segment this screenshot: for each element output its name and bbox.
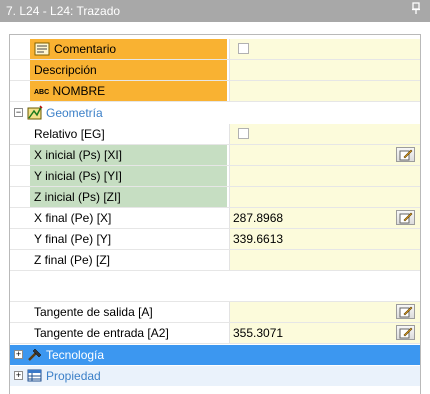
comment-icon bbox=[34, 42, 50, 62]
property-value[interactable] bbox=[229, 124, 420, 144]
category-label: Propiedad bbox=[46, 369, 101, 383]
property-row-z-final[interactable]: Z final (Pe) [Z] bbox=[10, 250, 420, 271]
category-geometria[interactable]: − Geometría bbox=[10, 103, 420, 123]
property-name: X final (Pe) [X] bbox=[34, 211, 112, 225]
property-name: Tangente de entrada [A2] bbox=[34, 326, 169, 340]
y-final-field[interactable]: 339.6613 bbox=[229, 229, 420, 249]
pencil-icon bbox=[399, 327, 413, 339]
property-value[interactable] bbox=[229, 39, 420, 59]
geometry-icon bbox=[27, 105, 43, 123]
property-name: Z inicial (Ps) [ZI] bbox=[30, 187, 227, 207]
window-title: 7. L24 - L24: Trazado bbox=[6, 4, 121, 18]
property-name: Comentario bbox=[30, 39, 227, 59]
relativo-checkbox[interactable] bbox=[238, 128, 249, 139]
x-final-field[interactable]: 287.8968 bbox=[229, 208, 420, 228]
property-name: Z final (Pe) [Z] bbox=[34, 253, 111, 267]
property-grid: Comentario Descripción ABC NOMBRE − Geom… bbox=[9, 34, 421, 394]
expand-icon[interactable]: + bbox=[14, 371, 23, 380]
tangente-salida-field[interactable] bbox=[229, 302, 420, 322]
property-name: ABC NOMBRE bbox=[30, 81, 227, 101]
table-icon bbox=[27, 368, 43, 386]
property-row-x-final[interactable]: X final (Pe) [X] 287.8968 bbox=[10, 208, 420, 229]
expand-icon[interactable]: + bbox=[14, 350, 23, 359]
pencil-icon bbox=[399, 212, 413, 224]
collapse-icon[interactable]: − bbox=[14, 108, 23, 117]
edit-button[interactable] bbox=[396, 147, 415, 162]
property-label: Descripción bbox=[34, 63, 97, 77]
property-name: X inicial (Ps) [XI] bbox=[30, 145, 227, 165]
property-row-nombre[interactable]: ABC NOMBRE bbox=[10, 81, 420, 102]
z-final-field[interactable] bbox=[229, 250, 420, 270]
tangente-entrada-field[interactable]: 355.3071 bbox=[229, 323, 420, 343]
property-row-y-inicial[interactable]: Y inicial (Ps) [YI] bbox=[10, 166, 420, 187]
property-row-y-final[interactable]: Y final (Pe) [Y] 339.6613 bbox=[10, 229, 420, 250]
y-inicial-field[interactable] bbox=[229, 166, 420, 186]
abc-text-icon: ABC bbox=[34, 89, 50, 96]
property-row-x-inicial[interactable]: X inicial (Ps) [XI] bbox=[10, 145, 420, 166]
category-label: Geometría bbox=[46, 106, 103, 120]
property-name: Y inicial (Ps) [YI] bbox=[30, 166, 227, 186]
title-bar: 7. L24 - L24: Trazado bbox=[0, 0, 430, 22]
property-row-tangente-salida[interactable]: Tangente de salida [A] bbox=[10, 302, 420, 323]
edit-button[interactable] bbox=[396, 304, 415, 319]
property-name: Descripción bbox=[30, 60, 227, 80]
pencil-icon bbox=[399, 306, 413, 318]
property-row-z-inicial[interactable]: Z inicial (Ps) [ZI] bbox=[10, 187, 420, 208]
pin-icon[interactable] bbox=[412, 2, 420, 18]
property-row-empty bbox=[10, 271, 420, 302]
property-value-text: 355.3071 bbox=[233, 326, 284, 340]
property-name: Y final (Pe) [Y] bbox=[34, 232, 112, 246]
edit-button[interactable] bbox=[396, 210, 415, 225]
comentario-checkbox[interactable] bbox=[238, 43, 249, 54]
nombre-field[interactable] bbox=[229, 81, 420, 101]
descripcion-field[interactable] bbox=[229, 60, 420, 80]
z-inicial-field[interactable] bbox=[229, 187, 420, 207]
pencil-icon bbox=[399, 149, 413, 161]
property-value-text: 287.8968 bbox=[233, 211, 284, 225]
property-row-relativo[interactable]: Relativo [EG] bbox=[10, 124, 420, 145]
category-tecnologia[interactable]: + Tecnología bbox=[10, 345, 420, 365]
edit-button[interactable] bbox=[396, 325, 415, 340]
category-label: Tecnología bbox=[46, 348, 105, 362]
property-name: Tangente de salida [A] bbox=[34, 305, 153, 319]
property-name: Relativo [EG] bbox=[34, 127, 105, 141]
property-label: NOMBRE bbox=[52, 84, 106, 98]
property-row-descripcion[interactable]: Descripción bbox=[10, 60, 420, 81]
property-name bbox=[30, 271, 227, 301]
category-propiedad[interactable]: + Propiedad bbox=[10, 366, 420, 386]
hammer-icon bbox=[27, 347, 43, 365]
property-row-tangente-entrada[interactable]: Tangente de entrada [A2] 355.3071 bbox=[10, 323, 420, 344]
x-inicial-field[interactable] bbox=[229, 145, 420, 165]
property-label: Comentario bbox=[54, 42, 117, 56]
property-row-comentario[interactable]: Comentario bbox=[10, 39, 420, 60]
